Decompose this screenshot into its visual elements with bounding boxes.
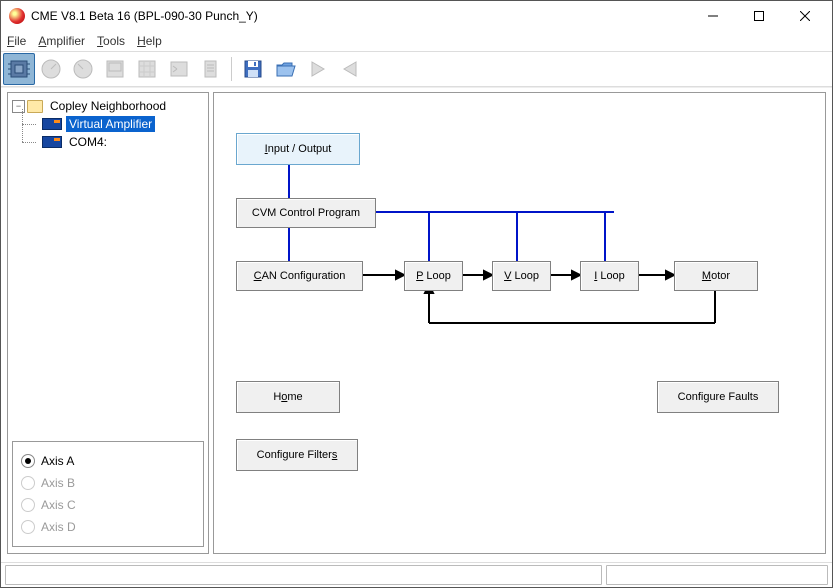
axis-a[interactable]: Axis A [21,450,195,472]
axis-b: Axis B [21,472,195,494]
close-button[interactable] [782,1,828,31]
block-cvm[interactable]: CVM Control Program [236,198,376,228]
configure-faults-button[interactable]: Configure Faults [657,381,779,413]
menu-file[interactable]: File [7,34,26,48]
window-title: CME V8.1 Beta 16 (BPL-090-30 Punch_Y) [31,9,690,23]
toolbar-open-icon[interactable] [269,53,301,85]
app-icon [9,8,25,24]
menu-help[interactable]: Help [137,34,162,48]
radio-off-icon [21,476,35,490]
radio-on-icon [21,454,35,468]
tree-root-label: Copley Neighborhood [47,98,169,114]
toolbar-play-icon [301,53,333,85]
toolbar-panel-icon [99,53,131,85]
toolbar-console-icon [163,53,195,85]
tree-item-virtual-amplifier[interactable]: Virtual Amplifier [40,115,206,133]
toolbar-gauge1-icon [35,53,67,85]
status-slot-2 [606,565,828,585]
tree-item-label: Virtual Amplifier [66,116,155,132]
toolbar-chip-icon[interactable] [3,53,35,85]
menu-file-rest: ile [14,34,26,48]
axis-selector: Axis A Axis B Axis C Axis D [12,441,204,547]
device-tree[interactable]: − Copley Neighborhood Virtual Amplifier … [8,93,208,435]
block-i-loop[interactable]: I Loop [580,261,639,291]
menu-amplifier[interactable]: Amplifier [38,34,85,48]
home-button[interactable]: Home [236,381,340,413]
radio-off-icon [21,498,35,512]
toolbar-scope-icon [131,53,163,85]
block-can-config[interactable]: CAN Configuration [236,261,363,291]
toolbar-separator [229,57,235,81]
toolbar-gauge2-icon [67,53,99,85]
status-bar [1,562,832,587]
folder-icon [27,100,43,113]
maximize-button[interactable] [736,1,782,31]
block-p-loop[interactable]: P Loop [404,261,463,291]
collapse-icon[interactable]: − [12,100,25,113]
tree-item-label: COM4: [66,134,110,150]
toolbar-save-icon[interactable] [237,53,269,85]
status-slot-1 [5,565,602,585]
menu-tools[interactable]: Tools [97,34,125,48]
configure-filters-button[interactable]: Configure Filters [236,439,358,471]
tree-root[interactable]: − Copley Neighborhood [10,97,206,115]
block-motor[interactable]: Motor [674,261,758,291]
axis-c: Axis C [21,494,195,516]
toolbar-back-icon [333,53,365,85]
block-v-loop[interactable]: V Loop [492,261,551,291]
axis-d: Axis D [21,516,195,538]
block-input-output[interactable]: Input / Output [236,133,360,165]
toolbar-doc-icon [195,53,227,85]
tree-item-com4[interactable]: COM4: [40,133,206,151]
amplifier-icon [42,118,62,130]
port-icon [42,136,62,148]
radio-off-icon [21,520,35,534]
minimize-button[interactable] [690,1,736,31]
